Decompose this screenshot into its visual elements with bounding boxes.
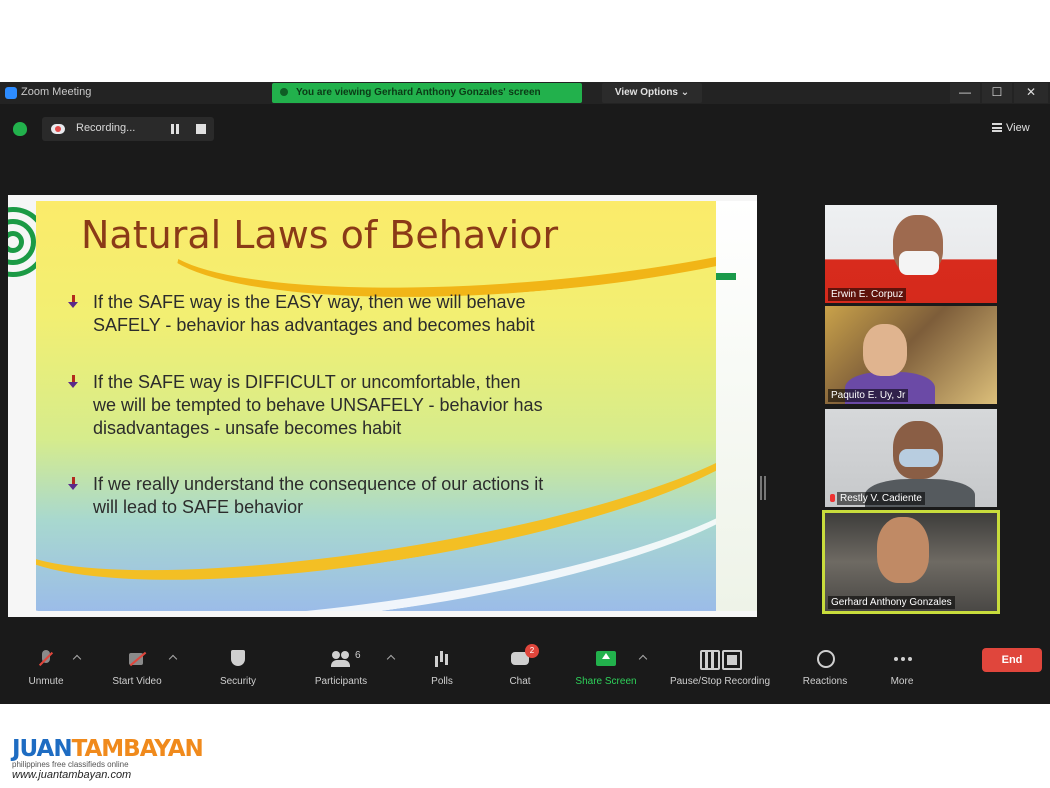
slide-bullet-text: If the SAFE way is the EASY way, then we… — [93, 292, 535, 335]
face-mask — [899, 449, 939, 467]
security-label: Security — [219, 676, 257, 687]
meeting-top-bar: Recording... View — [0, 104, 1050, 152]
participants-label: Participants — [314, 676, 368, 687]
start-video-label: Start Video — [112, 676, 162, 687]
slide-side-accent — [716, 273, 736, 280]
start-video-button[interactable]: Start Video — [104, 650, 170, 700]
chat-button[interactable]: 2 Chat — [497, 644, 543, 700]
recording-label: Recording... — [76, 122, 136, 134]
chat-unread-badge: 2 — [525, 644, 539, 658]
chat-label: Chat — [509, 676, 531, 687]
end-meeting-button[interactable]: End — [982, 648, 1042, 672]
reactions-button[interactable]: Reactions — [796, 650, 854, 700]
zoom-meeting-window: Zoom Meeting You are viewing Gerhard Ant… — [0, 82, 1050, 704]
participant-video — [877, 517, 929, 583]
meeting-toolbar: Unmute Start Video Security 6 Participan… — [0, 642, 1050, 704]
shared-screen: Natural Laws of Behavior If the SAFE way… — [8, 195, 757, 617]
watermark-brand-part1: JUAN — [12, 736, 73, 762]
participant-name: Restly V. Cadiente — [837, 492, 925, 505]
participant-video-tile[interactable]: Restly V. Cadiente — [825, 409, 997, 507]
microphone-muted-icon — [36, 650, 56, 668]
view-options-button[interactable]: View Options ⌄ — [602, 83, 702, 103]
smiley-icon — [815, 650, 835, 668]
cloud-record-icon — [51, 124, 65, 134]
pause-recording-icon[interactable] — [170, 124, 180, 134]
slide-title: Natural Laws of Behavior — [81, 213, 559, 257]
window-title: Zoom Meeting — [21, 86, 92, 98]
stop-recording-icon[interactable] — [196, 124, 206, 134]
polls-label: Polls — [431, 676, 453, 687]
splitter-handle[interactable] — [760, 476, 766, 500]
mic-muted-icon — [830, 494, 835, 502]
polls-button[interactable]: Polls — [420, 650, 464, 700]
reactions-label: Reactions — [802, 676, 848, 687]
pause-stop-recording-button[interactable]: Pause/Stop Recording — [660, 650, 780, 700]
share-screen-button[interactable]: Share Screen — [566, 650, 646, 700]
participants-options-caret-icon[interactable] — [386, 654, 396, 664]
arrow-down-bullet-icon — [68, 375, 80, 389]
slide-bullet-text: If we really understand the consequence … — [93, 474, 544, 517]
watermark-wordmark: JUANTAMBAYAN — [12, 736, 204, 762]
participant-video-tile[interactable]: Paquito E. Uy, Jr — [825, 306, 997, 404]
participant-name: Paquito E. Uy, Jr — [828, 389, 909, 402]
share-screen-icon — [596, 650, 616, 668]
slide-side-panel — [716, 201, 757, 611]
arrow-down-bullet-icon — [68, 477, 80, 491]
view-layout-button[interactable]: View — [992, 118, 1042, 138]
people-icon — [331, 650, 351, 668]
participants-button[interactable]: 6 Participants — [305, 650, 377, 700]
bar-chart-icon — [432, 650, 452, 668]
pause-stop-icon — [700, 650, 742, 670]
viewing-banner-text: You are viewing Gerhard Anthony Gonzales… — [296, 87, 541, 98]
watermark-url: www.juantambayan.com — [12, 769, 132, 781]
view-label: View — [1006, 122, 1030, 134]
shield-icon — [228, 650, 248, 668]
watermark-tagline: philippines free classifieds online — [12, 760, 129, 769]
pause-stop-recording-label: Pause/Stop Recording — [669, 676, 771, 687]
title-bar: Zoom Meeting You are viewing Gerhard Ant… — [0, 82, 1050, 104]
participant-video — [863, 324, 907, 376]
security-button[interactable]: Security — [210, 650, 266, 700]
recording-indicator: Recording... — [42, 117, 214, 141]
maximize-button[interactable]: ☐ — [982, 83, 1012, 103]
close-button[interactable]: ✕ — [1014, 83, 1048, 103]
participant-name: Gerhard Anthony Gonzales — [828, 596, 955, 609]
slide-bullet-text: If the SAFE way is DIFFICULT or uncomfor… — [93, 372, 543, 438]
more-button[interactable]: More — [880, 650, 924, 700]
encryption-shield-icon[interactable] — [13, 122, 27, 136]
participant-video-tile[interactable]: Erwin E. Corpuz — [825, 205, 997, 303]
participant-name: Erwin E. Corpuz — [828, 288, 907, 301]
active-speaker-tile[interactable]: Gerhard Anthony Gonzales — [822, 510, 1000, 614]
shield-icon — [280, 88, 288, 96]
unmute-label: Unmute — [28, 676, 64, 687]
grid-layout-icon — [992, 123, 1002, 132]
ellipsis-icon — [892, 650, 912, 668]
audio-options-caret-icon[interactable] — [72, 654, 82, 664]
face-mask — [899, 251, 939, 275]
video-options-caret-icon[interactable] — [168, 654, 178, 664]
viewing-screen-banner: You are viewing Gerhard Anthony Gonzales… — [272, 83, 582, 103]
page: Zoom Meeting You are viewing Gerhard Ant… — [0, 0, 1050, 788]
share-screen-label: Share Screen — [575, 676, 637, 687]
more-label: More — [890, 676, 914, 687]
participants-count: 6 — [355, 650, 361, 661]
zoom-app-icon — [5, 87, 17, 99]
minimize-button[interactable]: — — [950, 83, 980, 103]
arrow-down-bullet-icon — [68, 295, 80, 309]
presentation-slide: Natural Laws of Behavior If the SAFE way… — [36, 201, 716, 611]
watermark-brand-part2: TAMBAYAN — [71, 736, 204, 762]
video-camera-off-icon — [127, 650, 147, 668]
juantambayan-watermark: JUANTAMBAYAN philippines free classified… — [8, 732, 208, 784]
unmute-button[interactable]: Unmute — [20, 650, 72, 700]
